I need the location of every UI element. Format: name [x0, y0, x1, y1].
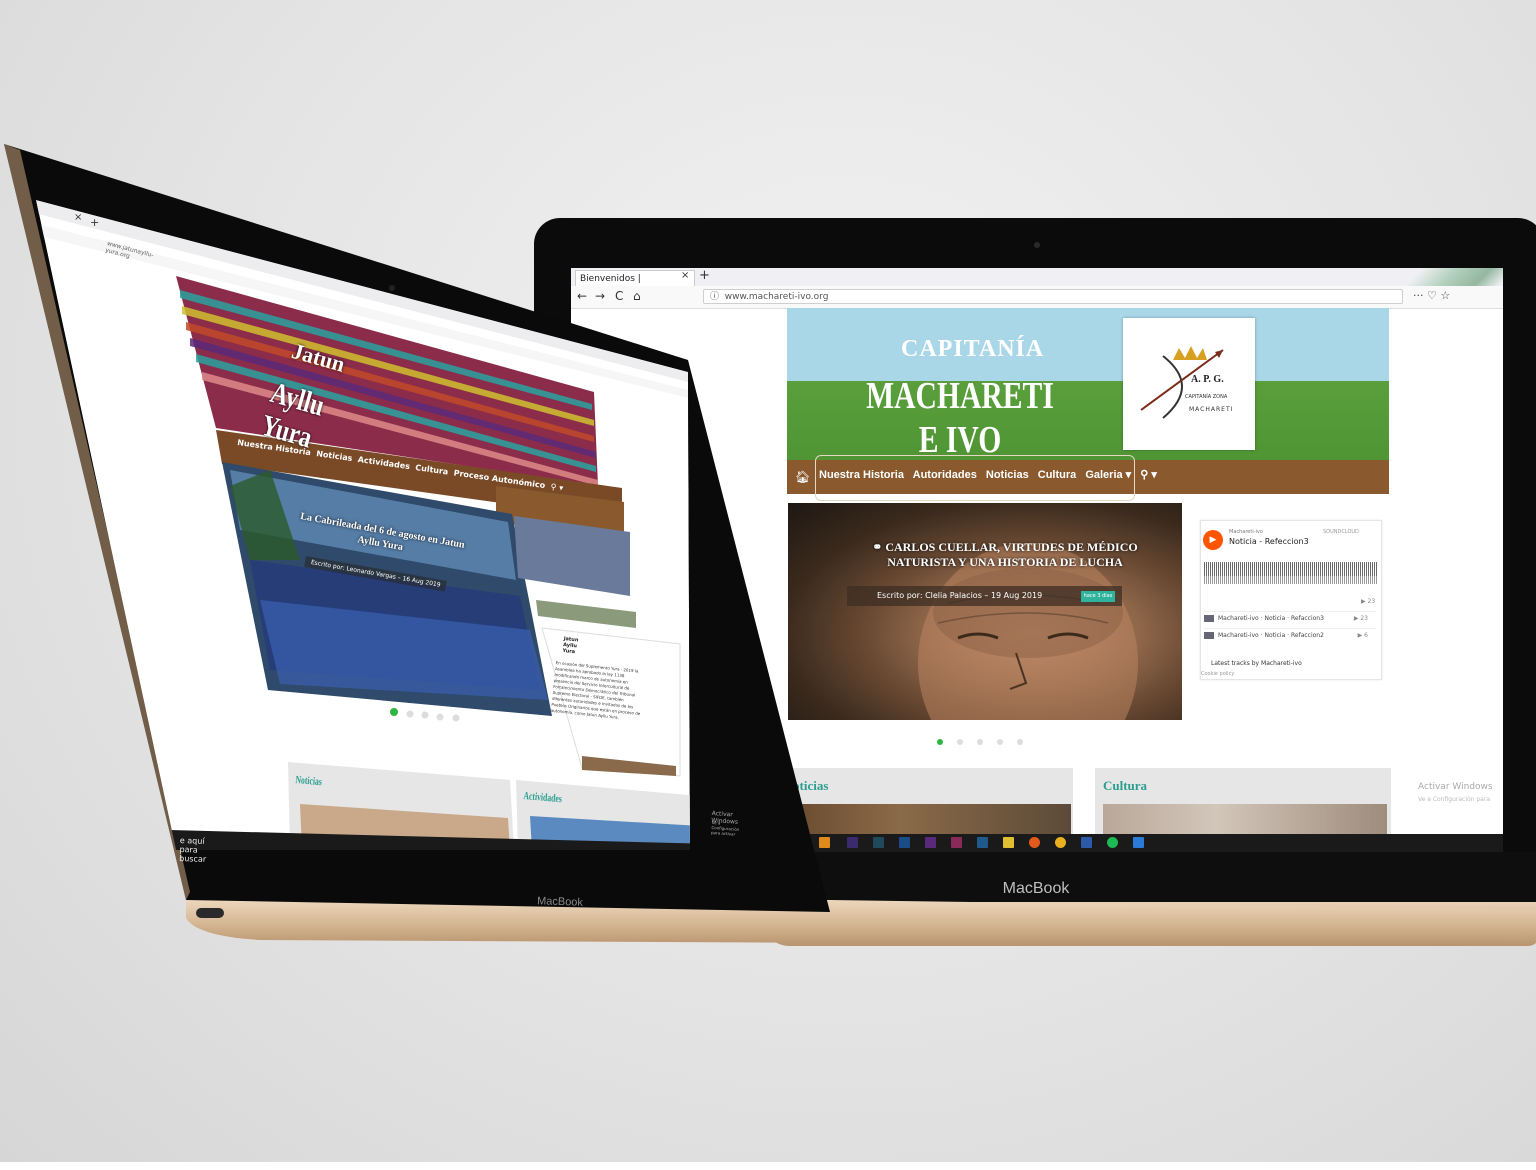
- spotify-icon[interactable]: [1107, 837, 1118, 848]
- slide-title-text: CARLOS CUELLAR, VIRTUDES DE MÉDICO NATUR…: [885, 540, 1138, 569]
- nav-item-cultura[interactable]: Cultura: [1038, 469, 1077, 481]
- nav-item-search[interactable]: ⚲ ▾: [1140, 469, 1157, 481]
- sc-track[interactable]: Noticia - Refeccion3: [1229, 537, 1309, 546]
- elder-portrait: [918, 543, 1138, 720]
- nav-item-galeria[interactable]: Galeria ▾: [1085, 469, 1131, 481]
- waveform-reflection: [1204, 576, 1378, 584]
- slide-title[interactable]: ⚭ CARLOS CUELLAR, VIRTUDES DE MÉDICO NAT…: [845, 540, 1165, 570]
- apg-logo: A. P. G. CAPITANÍA ZONA MACHARETI: [1123, 318, 1255, 450]
- sc-user[interactable]: Machareti-ivo: [1229, 529, 1263, 535]
- right-screen: Bienvenidos | × + ← → C ⌂ ⓘ www.macharet…: [571, 268, 1503, 852]
- left-taskbar-search[interactable]: e aquí para buscar: [179, 836, 207, 864]
- left-card-title-noticias[interactable]: Noticias: [295, 774, 322, 788]
- sc-track-row[interactable]: Machareti-ivo · Noticia · Refaccion2 ▶ 6: [1204, 628, 1376, 643]
- track-thumb: [1204, 615, 1214, 622]
- home-icon[interactable]: 🏠︎: [795, 470, 810, 484]
- play-icon[interactable]: ▶: [1203, 530, 1223, 550]
- new-tab-button[interactable]: +: [699, 268, 710, 283]
- slider-dot[interactable]: [937, 739, 943, 745]
- app-icon[interactable]: [1133, 837, 1144, 848]
- back-button[interactable]: ←: [577, 289, 587, 303]
- forward-button[interactable]: →: [595, 289, 605, 303]
- slide-meta-text: Escrito por: Clelia Palacios – 19 Aug 20…: [877, 591, 1043, 600]
- right-base-notch: [1218, 918, 1318, 928]
- nav-links: Nuestra Historia Autoridades Noticias Cu…: [819, 468, 1163, 481]
- tab-title: Bienvenidos |: [580, 274, 641, 284]
- left-tab-close-icon[interactable]: ×: [74, 212, 82, 223]
- logo-place-text: MACHARETI: [1189, 406, 1234, 413]
- app-icon[interactable]: [925, 837, 936, 848]
- track-thumb: [1204, 632, 1214, 639]
- chrome-icon[interactable]: [1055, 837, 1066, 848]
- right-camera: [1034, 242, 1040, 248]
- sc-brand: SOUNDCLOUD: [1323, 529, 1359, 535]
- app-icon[interactable]: [951, 837, 962, 848]
- site-title-line1: CAPITANÍA: [901, 336, 1045, 362]
- hero-slider[interactable]: [788, 503, 1182, 720]
- right-macbook-base: [760, 902, 1536, 946]
- nav-item-noticias[interactable]: Noticias: [986, 469, 1029, 481]
- word-icon[interactable]: [1081, 837, 1092, 848]
- app-icon[interactable]: [899, 837, 910, 848]
- slide-badge: hace 3 dias: [1081, 591, 1115, 602]
- slider-dot[interactable]: [1017, 739, 1023, 745]
- firefox-icon[interactable]: [1029, 837, 1040, 848]
- reload-button[interactable]: C: [615, 289, 623, 303]
- sc-footer[interactable]: Latest tracks by Machareti-ivo: [1211, 660, 1302, 667]
- page-actions-icon[interactable]: ··· ♡ ☆: [1413, 289, 1450, 302]
- sc-row-plays: ▶ 23: [1353, 615, 1368, 622]
- left-nav-search[interactable]: ⚲ ▾: [550, 482, 564, 493]
- sc-cookie[interactable]: Cookie policy: [1201, 671, 1234, 677]
- windows-taskbar: [571, 834, 1503, 852]
- app-icon[interactable]: [977, 837, 988, 848]
- folder-icon[interactable]: [1003, 837, 1014, 848]
- logo-sub-text: CAPITANÍA ZONA: [1185, 394, 1228, 400]
- logo-apg-text: A. P. G.: [1191, 374, 1224, 385]
- slider-dots: [937, 730, 1037, 749]
- left-activate-sub: Ve a Configuración para activar: [710, 820, 740, 837]
- app-icon[interactable]: [847, 837, 858, 848]
- left-new-tab-button[interactable]: +: [90, 216, 99, 229]
- card-title-cultura[interactable]: Cultura: [1103, 778, 1147, 794]
- activate-windows-sub: Ve a Configuración para: [1418, 796, 1490, 803]
- site-title-line2: MACHARETI E IVO: [866, 375, 1054, 461]
- right-macbook-label: MacBook: [1002, 880, 1070, 897]
- slider-dot[interactable]: [957, 739, 963, 745]
- url-text: www.machareti-ivo.org: [724, 292, 829, 302]
- app-icon[interactable]: [873, 837, 884, 848]
- sc-row-title: Machareti-ivo · Noticia · Refaccion2: [1218, 632, 1324, 639]
- home-button[interactable]: ⌂: [633, 289, 641, 303]
- nav-item-autoridades[interactable]: Autoridades: [913, 469, 977, 481]
- slider-dot[interactable]: [977, 739, 983, 745]
- url-bar[interactable]: ⓘ www.machareti-ivo.org: [703, 289, 1403, 304]
- tab-close-icon[interactable]: ×: [681, 270, 689, 281]
- tab-bar: Bienvenidos | × +: [571, 268, 1503, 287]
- sc-row-plays: ▶ 6: [1357, 632, 1368, 639]
- app-icon[interactable]: [819, 837, 830, 848]
- nav-item-historia[interactable]: Nuestra Historia: [819, 469, 904, 481]
- activate-windows-title: Activar Windows: [1418, 782, 1493, 792]
- browser-tab[interactable]: Bienvenidos |: [575, 270, 695, 286]
- left-fb-post: En ocasión del Suplemento Yura · 2019 la…: [550, 660, 641, 720]
- slider-dot[interactable]: [997, 739, 1003, 745]
- sc-track-row[interactable]: Machareti-ivo · Noticia · Refaccion3 ▶ 23: [1204, 611, 1376, 626]
- sc-row-title: Machareti-ivo · Noticia · Refaccion3: [1218, 615, 1324, 622]
- sc-play-count: ▶ 23: [1361, 598, 1376, 605]
- navigation-bar: ← → C ⌂ ⓘ www.machareti-ivo.org ··· ♡ ☆: [571, 286, 1503, 309]
- bow-arrow-icon: [1140, 346, 1224, 419]
- left-fb-page[interactable]: Jatun Ayllu Yura: [562, 636, 579, 655]
- card-title-noticias[interactable]: oticias: [793, 778, 828, 794]
- bottom-strip: [0, 1162, 1536, 1170]
